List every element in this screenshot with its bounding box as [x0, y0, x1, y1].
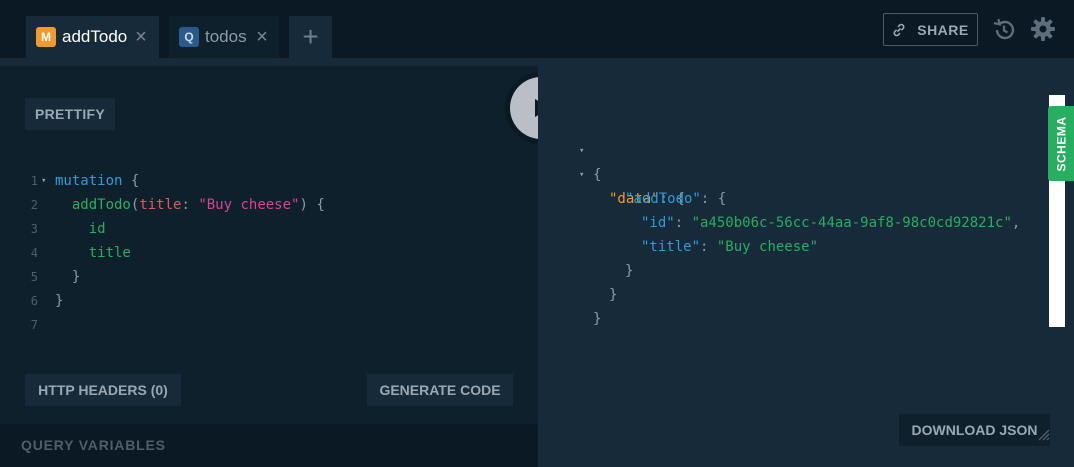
json-line: } — [538, 259, 1048, 303]
tab-label: addTodo — [62, 27, 128, 46]
line-number: 5 — [30, 270, 38, 284]
query-editor[interactable]: PRETTIFY 1 ▾ mutation { 2 addTodo(title:… — [0, 66, 538, 424]
result-panel: ▾ { ▾ "data": { "addTodo": { "id": "a450… — [538, 58, 1074, 467]
line-number: 7 — [30, 318, 38, 332]
resize-handle-icon[interactable] — [1037, 428, 1051, 442]
code-line: 6 } — [0, 289, 538, 313]
http-headers-button[interactable]: HTTP HEADERS (0) — [25, 374, 181, 406]
json-line: "addTodo": { — [538, 163, 1048, 207]
argument-name: title — [139, 197, 182, 213]
json-line: } — [538, 235, 1048, 279]
json-line: ▾ "data": { — [538, 139, 1048, 207]
fold-arrow-icon[interactable]: ▾ — [41, 169, 46, 193]
punctuation: } — [71, 269, 81, 285]
punctuation: ) { — [299, 197, 325, 213]
keyword: mutation — [55, 173, 123, 189]
download-json-button[interactable]: DOWNLOAD JSON — [899, 414, 1050, 446]
code-line: 2 addTodo(title: "Buy cheese") { — [0, 193, 538, 217]
line-number: 2 — [30, 198, 38, 212]
query-badge: Q — [179, 27, 199, 47]
punctuation: } — [55, 293, 64, 309]
history-icon[interactable] — [991, 17, 1017, 43]
punctuation: { — [122, 173, 140, 189]
prettify-button[interactable]: PRETTIFY — [25, 98, 115, 130]
code-line: 1 ▾ mutation { — [0, 169, 538, 193]
add-tab-button[interactable]: + — [289, 16, 332, 58]
close-icon[interactable]: × — [134, 27, 148, 47]
share-label: SHARE — [917, 21, 969, 38]
code-area[interactable]: 1 ▾ mutation { 2 addTodo(title: "Buy che… — [0, 169, 538, 337]
line-number: 1 — [30, 174, 38, 188]
gear-icon[interactable] — [1030, 16, 1056, 42]
close-icon[interactable]: × — [255, 27, 269, 47]
schema-label: SCHEMA — [1054, 115, 1069, 172]
code-line: 4 title — [0, 241, 538, 265]
json-result[interactable]: ▾ { ▾ "data": { "addTodo": { "id": "a450… — [538, 115, 1048, 327]
code-line: 5 } — [0, 265, 538, 289]
mutation-name: addTodo — [71, 197, 131, 213]
tab-addtodo[interactable]: M addTodo × — [26, 16, 159, 58]
code-line: 7 — [0, 313, 538, 337]
tab-label: todos — [205, 27, 247, 46]
json-line: "title": "Buy cheese" — [538, 211, 1048, 255]
field-name: title — [88, 245, 131, 261]
code-line: 3 id — [0, 217, 538, 241]
plus-icon: + — [302, 21, 319, 52]
brace: } — [593, 311, 602, 327]
query-editor-panel: PRETTIFY 1 ▾ mutation { 2 addTodo(title:… — [0, 58, 538, 467]
share-button[interactable]: SHARE — [883, 13, 978, 46]
argument-value: "Buy cheese" — [198, 197, 300, 213]
json-line: ▾ { — [538, 115, 1048, 183]
json-line: "id": "a450b06c-56cc-44aa-9af8-98c0cd928… — [538, 187, 1048, 231]
punctuation: : — [181, 197, 199, 213]
field-name: id — [88, 221, 106, 237]
tab-todos[interactable]: Q todos × — [169, 16, 279, 58]
schema-tab-label[interactable]: SCHEMA — [1048, 106, 1074, 181]
line-number: 6 — [30, 294, 38, 308]
line-number: 4 — [30, 246, 38, 260]
json-line: } — [538, 283, 1048, 327]
tab-bar: M addTodo × Q todos × + SHARE — [0, 0, 1074, 58]
mutation-badge: M — [36, 27, 56, 47]
line-number: 3 — [30, 222, 38, 236]
generate-code-button[interactable]: GENERATE CODE — [367, 374, 513, 406]
link-icon — [893, 23, 905, 36]
query-variables-toggle[interactable]: QUERY VARIABLES — [0, 424, 538, 467]
